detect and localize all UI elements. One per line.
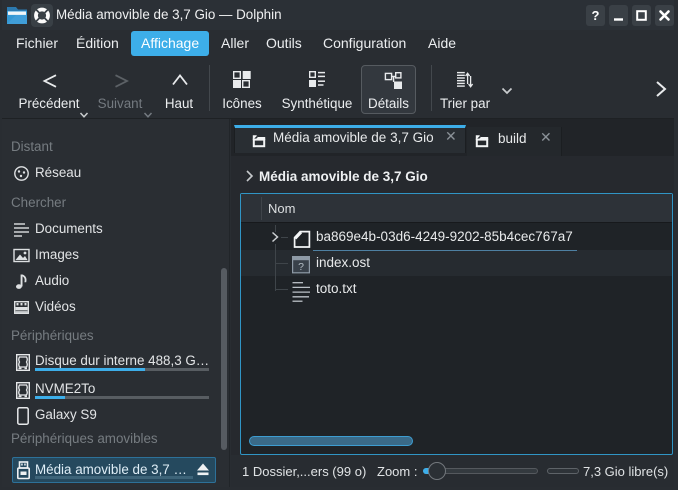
svg-text:?: ? — [298, 261, 304, 273]
